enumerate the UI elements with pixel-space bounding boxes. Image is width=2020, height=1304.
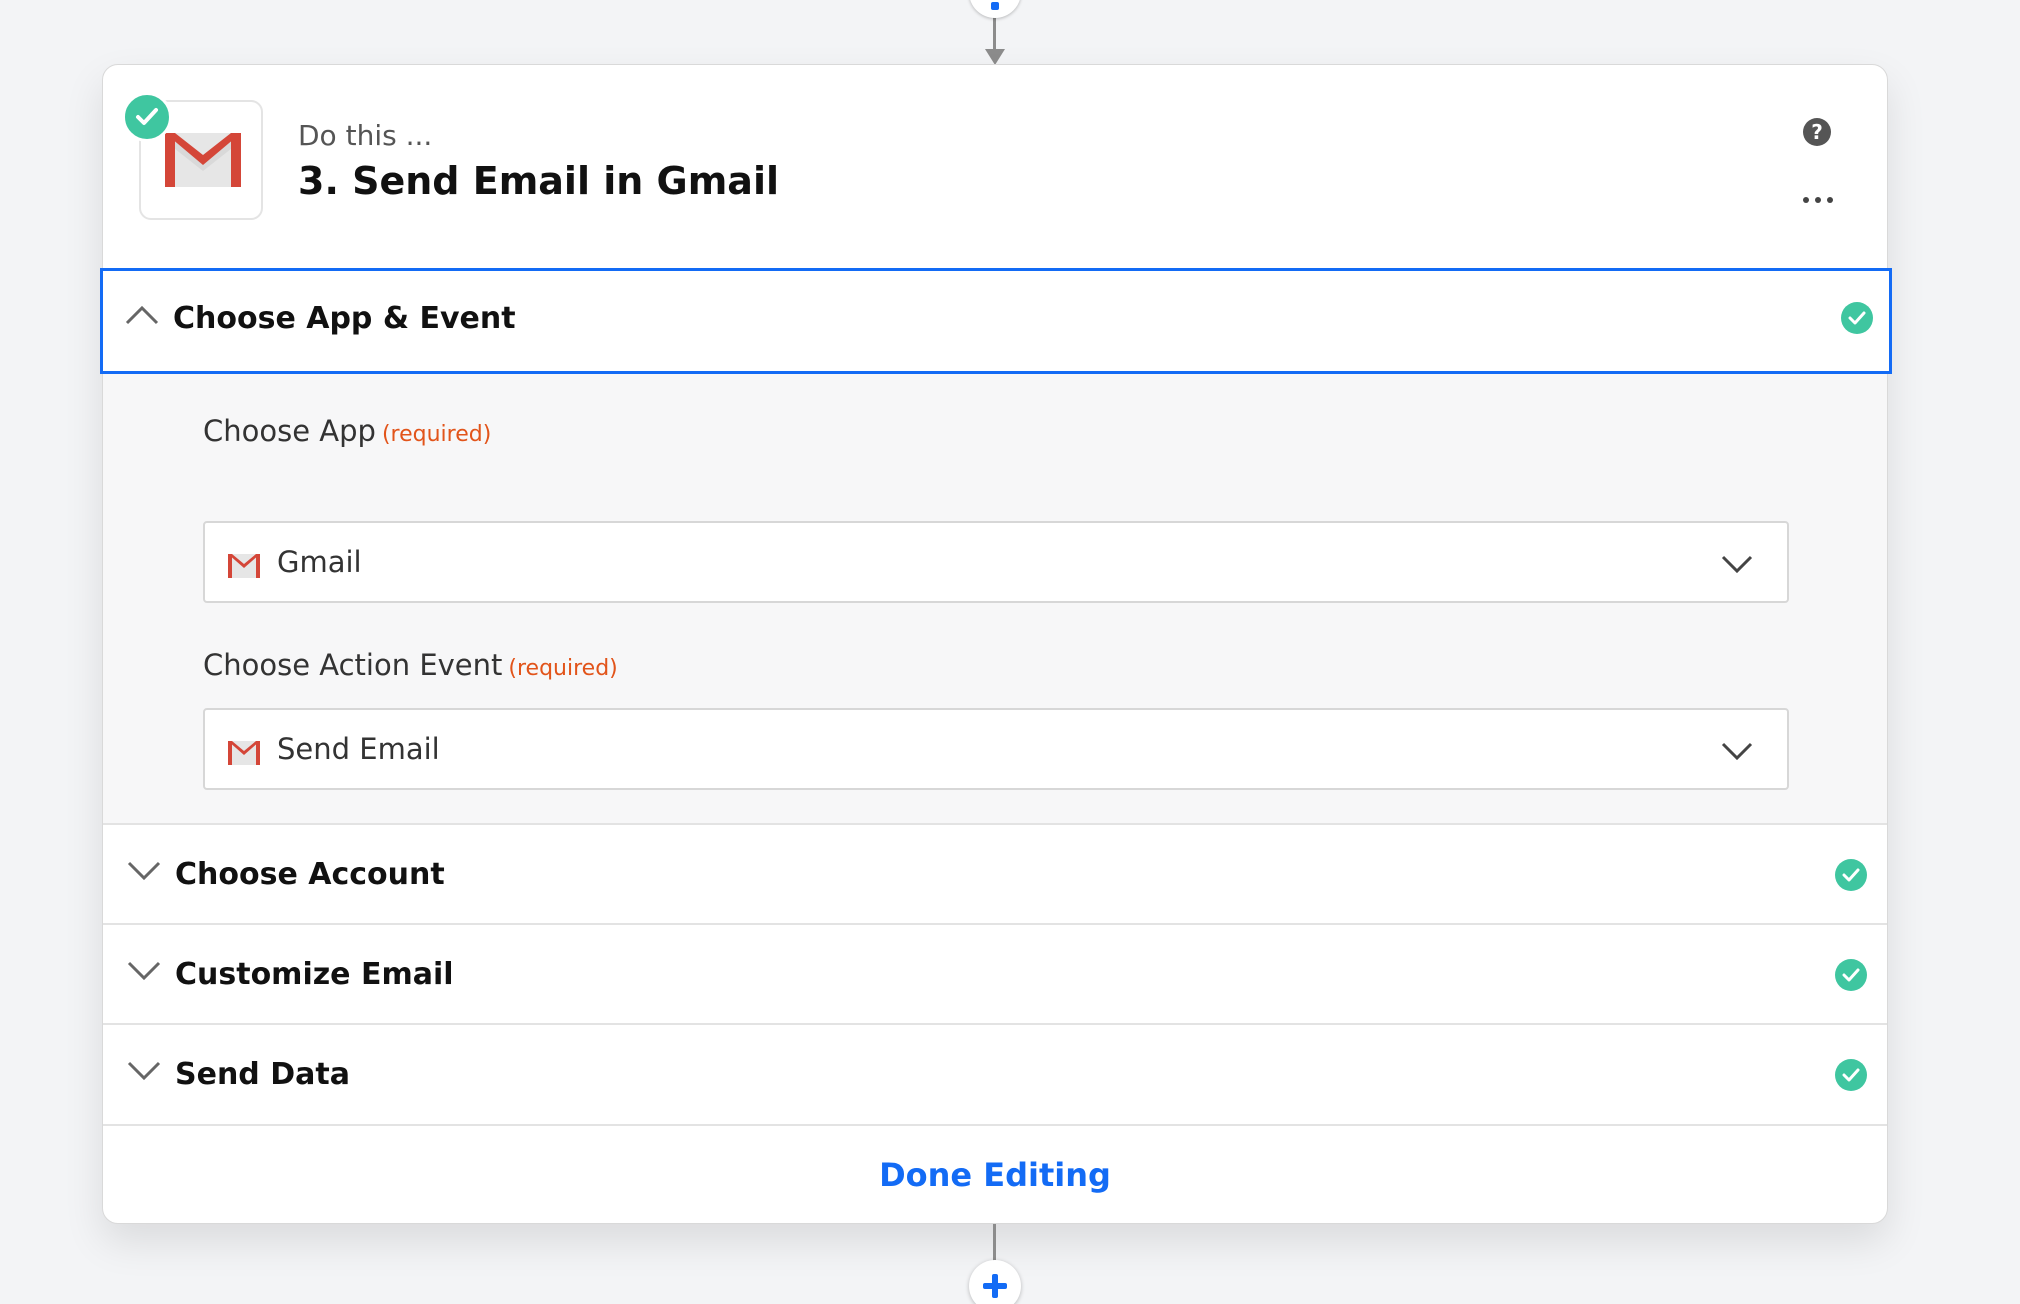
step-header: Do this ... 3. Send Email in Gmail ? — [103, 65, 1887, 268]
check-circle-icon — [1835, 1059, 1867, 1091]
step-prefix: Do this ... — [298, 119, 433, 152]
card-footer: Done Editing — [103, 1126, 1887, 1224]
required-marker: (required) — [381, 422, 492, 447]
done-editing-button[interactable]: Done Editing — [103, 1156, 1887, 1194]
check-icon — [136, 108, 158, 125]
add-step-button[interactable] — [969, 1260, 1021, 1304]
field-label-text: Choose App — [203, 414, 376, 448]
section-title: Choose App & Event — [173, 301, 516, 336]
help-circle-icon[interactable]: ? — [1803, 118, 1831, 146]
section-send-data[interactable]: Send Data — [103, 1025, 1887, 1125]
step-complete-badge — [122, 92, 172, 142]
required-marker: (required) — [508, 656, 618, 681]
check-circle-icon — [1841, 302, 1873, 334]
check-circle-icon — [1835, 959, 1867, 991]
chevron-down-icon — [1721, 555, 1753, 573]
choose-app-select[interactable]: Gmail — [203, 521, 1789, 603]
chevron-down-icon — [127, 961, 161, 981]
chevron-down-icon — [127, 1061, 161, 1081]
section-choose-account[interactable]: Choose Account — [103, 825, 1887, 925]
connector-line-bottom — [993, 1224, 996, 1264]
select-value: Gmail — [277, 545, 362, 579]
choose-action-event-select[interactable]: Send Email — [203, 708, 1789, 790]
chevron-up-icon — [125, 305, 159, 325]
chevron-down-icon — [1721, 742, 1753, 760]
choose-app-label: Choose App (required) — [203, 414, 491, 448]
check-circle-icon — [1835, 859, 1867, 891]
gmail-icon — [228, 741, 260, 765]
section-title: Send Data — [175, 1057, 350, 1092]
more-horizontal-icon[interactable] — [1803, 197, 1833, 205]
add-step-above-button[interactable] — [969, 0, 1021, 18]
section-title: Customize Email — [175, 957, 454, 992]
select-value: Send Email — [277, 732, 440, 766]
step-card: Do this ... 3. Send Email in Gmail ? Cho… — [100, 64, 1892, 1224]
choose-action-event-label: Choose Action Event (required) — [203, 648, 618, 682]
step-title[interactable]: 3. Send Email in Gmail — [298, 159, 779, 203]
gmail-icon — [165, 133, 241, 187]
field-label-text: Choose Action Event — [203, 648, 503, 682]
section-title: Choose Account — [175, 857, 445, 892]
section-customize-email[interactable]: Customize Email — [103, 925, 1887, 1025]
gmail-icon — [228, 554, 260, 578]
section-choose-app-event[interactable]: Choose App & Event — [100, 268, 1892, 374]
arrow-down-icon — [985, 49, 1005, 65]
app-event-form: Choose App (required) Gmail Choose Action… — [103, 374, 1887, 823]
plus-icon — [983, 1274, 1007, 1298]
chevron-down-icon — [127, 861, 161, 881]
